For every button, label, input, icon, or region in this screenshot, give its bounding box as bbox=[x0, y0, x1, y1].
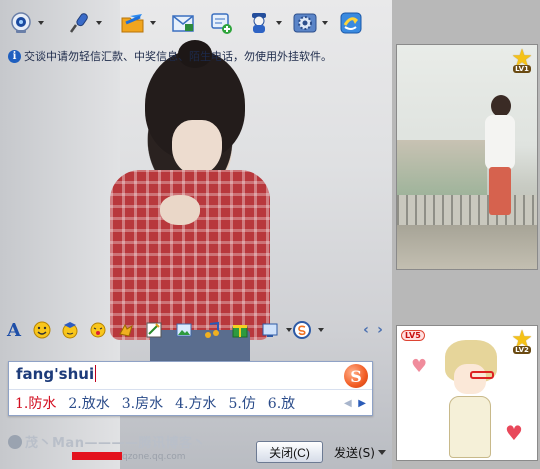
heart-icon: ♥ bbox=[505, 421, 523, 445]
webcam-icon bbox=[8, 10, 34, 36]
text-caret bbox=[95, 365, 97, 382]
page-prev-icon[interactable]: ◀ bbox=[344, 398, 352, 409]
qzone-signature[interactable]: 茂丶Man————腾讯博客丶 qzone.qq.com bbox=[8, 430, 248, 464]
qzone-icon bbox=[8, 435, 22, 449]
contact-photo-panel[interactable]: ★ LV1 bbox=[396, 44, 538, 270]
send-button[interactable]: 发送(S) bbox=[332, 441, 377, 463]
diamond-level-badge: LV5 bbox=[401, 330, 425, 341]
ime-candidate-window: fang'shui S 1.防水 2.放水 3.房水 4.方水 5.仿 6.放 … bbox=[8, 361, 373, 416]
envelope-icon bbox=[170, 10, 196, 36]
send-sms-button[interactable] bbox=[170, 6, 196, 40]
chevron-down-icon[interactable] bbox=[276, 21, 282, 25]
penguin-user-icon bbox=[246, 10, 272, 36]
redacted-number bbox=[72, 452, 122, 460]
chevron-down-icon[interactable] bbox=[96, 21, 102, 25]
scribble-icon[interactable] bbox=[144, 320, 164, 340]
photo-rooftop bbox=[397, 225, 537, 269]
close-button[interactable]: 关闭(C) bbox=[256, 441, 323, 463]
input-format-toolbar: A ‹ › bbox=[0, 318, 392, 342]
qq-show-button[interactable] bbox=[246, 6, 282, 40]
remote-assist-button[interactable] bbox=[338, 6, 364, 40]
info-icon: i bbox=[8, 49, 21, 63]
add-group-icon bbox=[208, 10, 234, 36]
ime-candidate[interactable]: 6.放 bbox=[268, 393, 295, 413]
picture-icon[interactable] bbox=[174, 320, 194, 340]
photo-face bbox=[172, 120, 222, 175]
ime-pager: ◀ ▶ bbox=[344, 395, 366, 411]
ime-candidate-list: 1.防水 2.放水 3.房水 4.方水 5.仿 6.放 bbox=[15, 393, 345, 413]
ime-composition-row: fang'shui S bbox=[9, 362, 372, 390]
video-call-button[interactable] bbox=[8, 6, 44, 40]
avatar-face bbox=[454, 364, 486, 394]
smiley-icon[interactable] bbox=[32, 320, 52, 340]
avatar-glasses bbox=[470, 371, 494, 379]
photo-hands bbox=[160, 195, 200, 225]
chevron-down-icon[interactable] bbox=[38, 21, 44, 25]
level-tag: LV2 bbox=[513, 346, 531, 354]
create-discussion-button[interactable] bbox=[208, 6, 234, 40]
ime-candidate[interactable]: 4.方水 bbox=[175, 393, 216, 413]
chat-toolbar bbox=[0, 6, 392, 40]
ime-candidate[interactable]: 2.放水 bbox=[68, 393, 109, 413]
gear-apps-icon bbox=[292, 10, 318, 36]
chevron-down-icon[interactable] bbox=[322, 21, 328, 25]
ime-candidate[interactable]: 3.房水 bbox=[122, 393, 163, 413]
level-star-icon[interactable]: ★ LV1 bbox=[507, 46, 537, 77]
chevron-down-icon[interactable] bbox=[318, 328, 324, 332]
chevron-down-icon[interactable] bbox=[150, 21, 156, 25]
cupid-icon: ♥ bbox=[411, 356, 428, 377]
sogou-emoji-icon[interactable] bbox=[292, 320, 312, 340]
send-file-button[interactable] bbox=[120, 6, 156, 40]
voice-call-button[interactable] bbox=[66, 6, 102, 40]
avatar-body bbox=[449, 396, 491, 458]
ime-candidate[interactable]: 5.仿 bbox=[228, 393, 255, 413]
level-tag: LV1 bbox=[513, 65, 531, 73]
scroll-right-icon[interactable]: › bbox=[370, 320, 390, 340]
magic-emoticon-icon[interactable] bbox=[60, 320, 80, 340]
photo-building bbox=[397, 140, 487, 195]
qzone-url[interactable]: qzone.qq.com bbox=[38, 452, 186, 462]
animated-emoticon-icon[interactable] bbox=[116, 320, 136, 340]
send-options-chevron-icon[interactable] bbox=[378, 450, 386, 455]
screenshot-icon[interactable] bbox=[260, 320, 280, 340]
sogou-logo-icon[interactable]: S bbox=[344, 364, 368, 388]
security-notice-text: 交谈中请勿轻信汇款、中奖信息、陌生电话，勿使用外挂软件。 bbox=[24, 50, 332, 63]
nudge-icon[interactable] bbox=[88, 320, 108, 340]
apps-button[interactable] bbox=[292, 6, 328, 40]
level-star-icon[interactable]: ★ LV2 bbox=[507, 327, 537, 358]
gift-icon[interactable] bbox=[230, 320, 250, 340]
security-notice: i 交谈中请勿轻信汇款、中奖信息、陌生电话，勿使用外挂软件。 bbox=[8, 48, 332, 64]
folder-send-icon bbox=[120, 10, 146, 36]
photo-person bbox=[483, 95, 517, 215]
ime-candidate[interactable]: 1.防水 bbox=[15, 393, 56, 413]
qq-show-avatar-panel[interactable]: LV5 ♥ ♥ ★ LV2 bbox=[396, 325, 538, 461]
page-next-icon[interactable]: ▶ bbox=[358, 398, 366, 409]
font-icon[interactable]: A bbox=[4, 320, 24, 341]
music-icon[interactable] bbox=[202, 320, 222, 340]
remote-icon bbox=[338, 10, 364, 36]
microphone-icon bbox=[66, 10, 92, 36]
ime-composition-text: fang'shui bbox=[16, 365, 97, 383]
qzone-name: 茂丶Man————腾讯博客丶 bbox=[8, 432, 206, 451]
